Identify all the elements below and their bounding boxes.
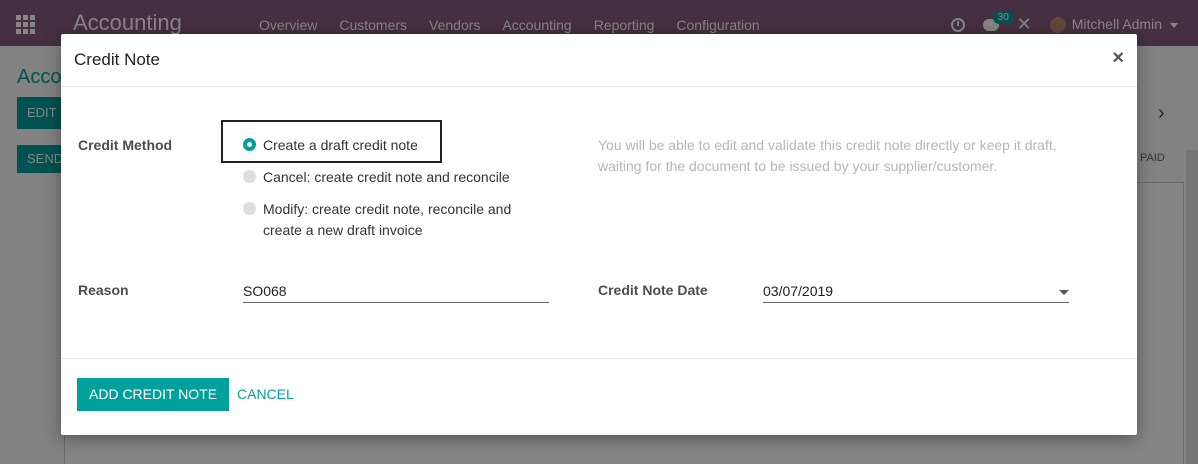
- radio-button[interactable]: [243, 202, 256, 215]
- radio-button[interactable]: [243, 170, 256, 183]
- dialog-footer: ADD CREDIT NOTE CANCEL: [61, 358, 1137, 435]
- radio-option-cancel[interactable]: Cancel: create credit note and reconcile: [243, 167, 543, 188]
- cancel-button[interactable]: CANCEL: [237, 378, 294, 411]
- radio-label[interactable]: Modify: create credit note, reconcile an…: [263, 199, 533, 241]
- dialog-header: Credit Note ×: [61, 34, 1137, 87]
- add-credit-note-button[interactable]: ADD CREDIT NOTE: [77, 378, 230, 411]
- credit-note-date-label: Credit Note Date: [598, 282, 708, 298]
- radio-label[interactable]: Cancel: create credit note and reconcile: [263, 167, 510, 188]
- radio-option-draft[interactable]: Create a draft credit note: [243, 135, 543, 156]
- date-value: 03/07/2019: [763, 283, 834, 299]
- credit-method-help: You will be able to edit and validate th…: [598, 137, 1057, 174]
- radio-label[interactable]: Create a draft credit note: [263, 135, 418, 156]
- radio-option-modify[interactable]: Modify: create credit note, reconcile an…: [243, 199, 543, 241]
- close-icon[interactable]: ×: [1112, 47, 1124, 70]
- caret-down-icon[interactable]: [1059, 290, 1069, 295]
- radio-button-checked[interactable]: [243, 138, 256, 151]
- dialog-title: Credit Note: [74, 50, 160, 69]
- reason-input[interactable]: SO068: [243, 281, 549, 303]
- credit-method-label: Credit Method: [78, 137, 173, 153]
- reason-label: Reason: [78, 282, 129, 298]
- credit-note-dialog: Credit Note × Credit Method Create a dra…: [61, 34, 1137, 435]
- credit-note-date-field[interactable]: 03/07/2019: [763, 281, 1069, 303]
